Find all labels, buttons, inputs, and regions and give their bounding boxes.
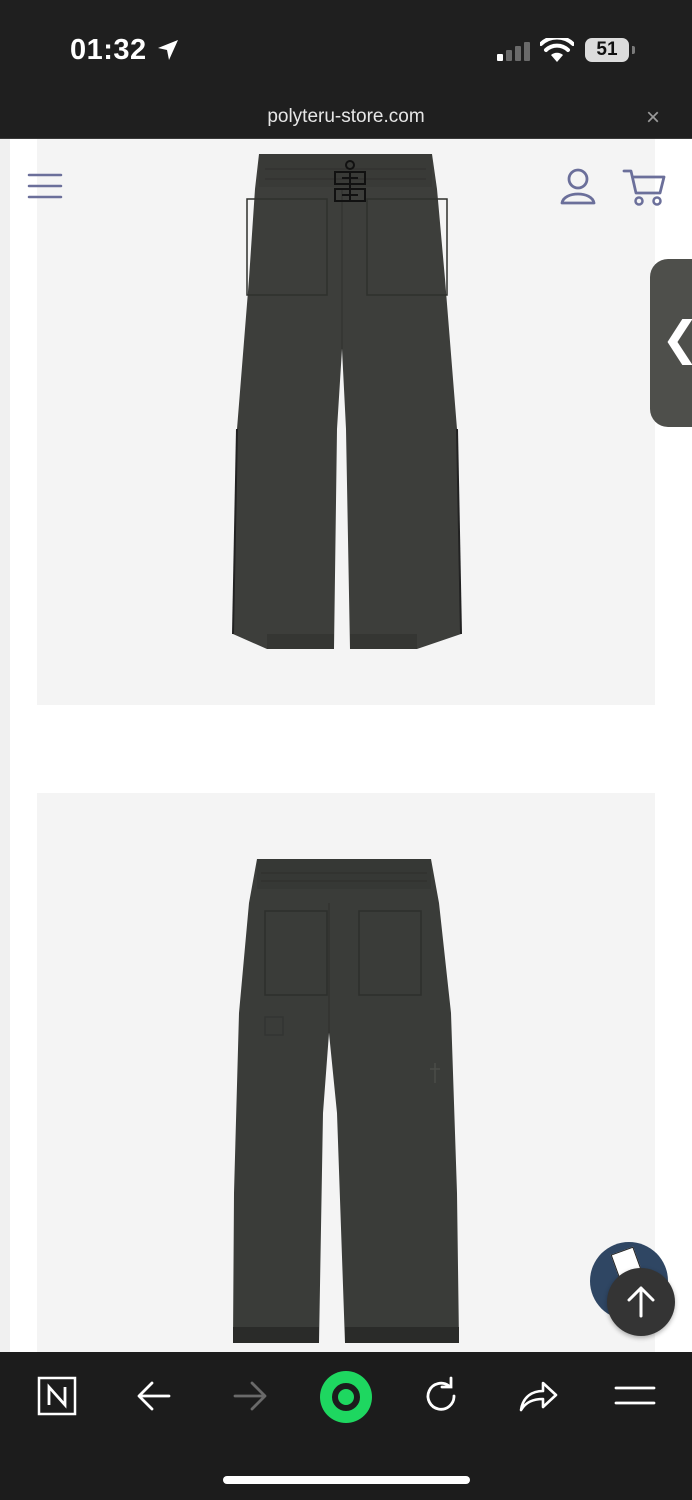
- shopping-cart-icon[interactable]: [622, 167, 666, 207]
- naver-icon[interactable]: [37, 1376, 77, 1416]
- left-edge-strip: [0, 139, 10, 1352]
- page-content[interactable]: ❮: [0, 139, 692, 1352]
- cellular-signal-icon: [497, 42, 530, 61]
- location-arrow-icon: [158, 40, 178, 60]
- chevron-left-icon: ❮: [661, 315, 692, 361]
- green-dot-icon[interactable]: [319, 1370, 373, 1424]
- browser-toolbar: [0, 1352, 692, 1500]
- wifi-icon: [540, 38, 574, 62]
- forward-arrow-icon[interactable]: [232, 1378, 268, 1414]
- home-indicator: [223, 1476, 470, 1484]
- menu-icon[interactable]: [614, 1384, 656, 1408]
- battery-tip: [632, 46, 635, 54]
- share-icon[interactable]: [517, 1376, 559, 1416]
- reload-icon[interactable]: [421, 1376, 461, 1416]
- product-image-front[interactable]: [37, 139, 655, 705]
- close-icon[interactable]: ×: [646, 104, 660, 132]
- pants-front-illustration: [232, 154, 462, 649]
- user-account-icon[interactable]: [559, 167, 597, 205]
- scroll-to-top-button[interactable]: [607, 1268, 675, 1336]
- product-image-back[interactable]: [37, 793, 655, 1352]
- hamburger-menu-icon[interactable]: [27, 172, 63, 200]
- status-time: 01:32: [70, 34, 147, 66]
- url-text[interactable]: polyteru-store.com: [0, 106, 692, 128]
- arrow-up-icon: [627, 1286, 655, 1318]
- address-bar[interactable]: polyteru-store.com ×: [0, 100, 692, 139]
- back-arrow-icon[interactable]: [136, 1378, 172, 1414]
- battery-indicator: 51: [585, 38, 629, 62]
- status-bar: 01:32 51: [0, 0, 692, 100]
- side-drawer-tab[interactable]: ❮: [650, 259, 692, 427]
- pants-back-illustration: [233, 859, 459, 1343]
